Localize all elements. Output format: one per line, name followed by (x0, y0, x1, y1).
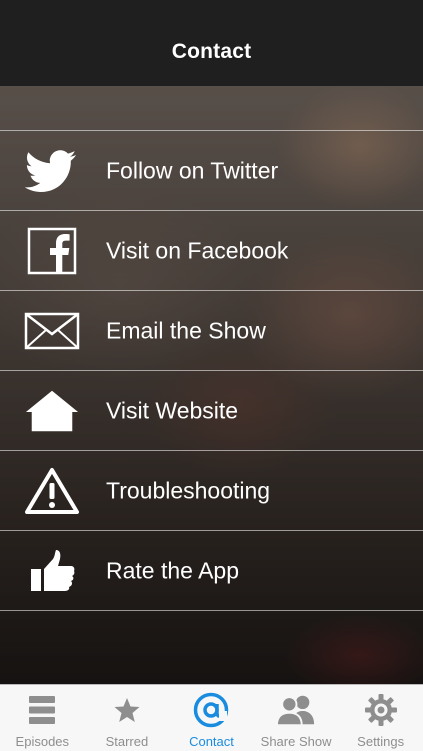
list-icon (22, 691, 62, 729)
tab-label: Share Show (260, 734, 332, 749)
background-photo: Follow on Twitter Visit on Facebook Emai… (0, 86, 423, 684)
twitter-bird-icon (24, 147, 80, 195)
tab-episodes[interactable]: Episodes (0, 685, 85, 751)
menu-item-label: Follow on Twitter (106, 157, 279, 183)
star-icon (107, 691, 147, 729)
tab-bar: Episodes Starred Contact Share Show Sett… (0, 684, 423, 751)
menu-item-twitter[interactable]: Follow on Twitter (0, 131, 423, 211)
tab-share-show[interactable]: Share Show (254, 685, 339, 751)
menu-item-label: Email the Show (106, 317, 266, 343)
facebook-icon (24, 227, 80, 275)
warning-icon (24, 467, 80, 515)
menu-item-label: Visit Website (106, 397, 239, 423)
envelope-icon (24, 307, 80, 355)
menu-item-troubleshooting[interactable]: Troubleshooting (0, 451, 423, 531)
tab-label: Contact (189, 734, 234, 749)
at-sign-icon (191, 691, 231, 729)
tab-label: Settings (357, 734, 405, 749)
contact-menu: Follow on Twitter Visit on Facebook Emai… (0, 130, 423, 611)
tab-contact[interactable]: Contact (169, 685, 254, 751)
menu-item-email[interactable]: Email the Show (0, 291, 423, 371)
people-icon (276, 691, 316, 729)
menu-item-label: Rate the App (106, 557, 239, 583)
navigation-bar: Contact (0, 0, 423, 86)
tab-starred[interactable]: Starred (85, 685, 170, 751)
home-icon (24, 387, 80, 435)
tab-label: Episodes (15, 734, 70, 749)
page-title: Contact (171, 40, 252, 63)
tab-label: Starred (105, 734, 149, 749)
menu-item-facebook[interactable]: Visit on Facebook (0, 211, 423, 291)
thumbs-up-icon (24, 547, 80, 595)
menu-item-label: Visit on Facebook (106, 237, 289, 263)
menu-item-website[interactable]: Visit Website (0, 371, 423, 451)
tab-settings[interactable]: Settings (338, 685, 423, 751)
menu-item-rate-app[interactable]: Rate the App (0, 531, 423, 611)
gear-icon (361, 691, 401, 729)
menu-item-label: Troubleshooting (106, 477, 271, 503)
